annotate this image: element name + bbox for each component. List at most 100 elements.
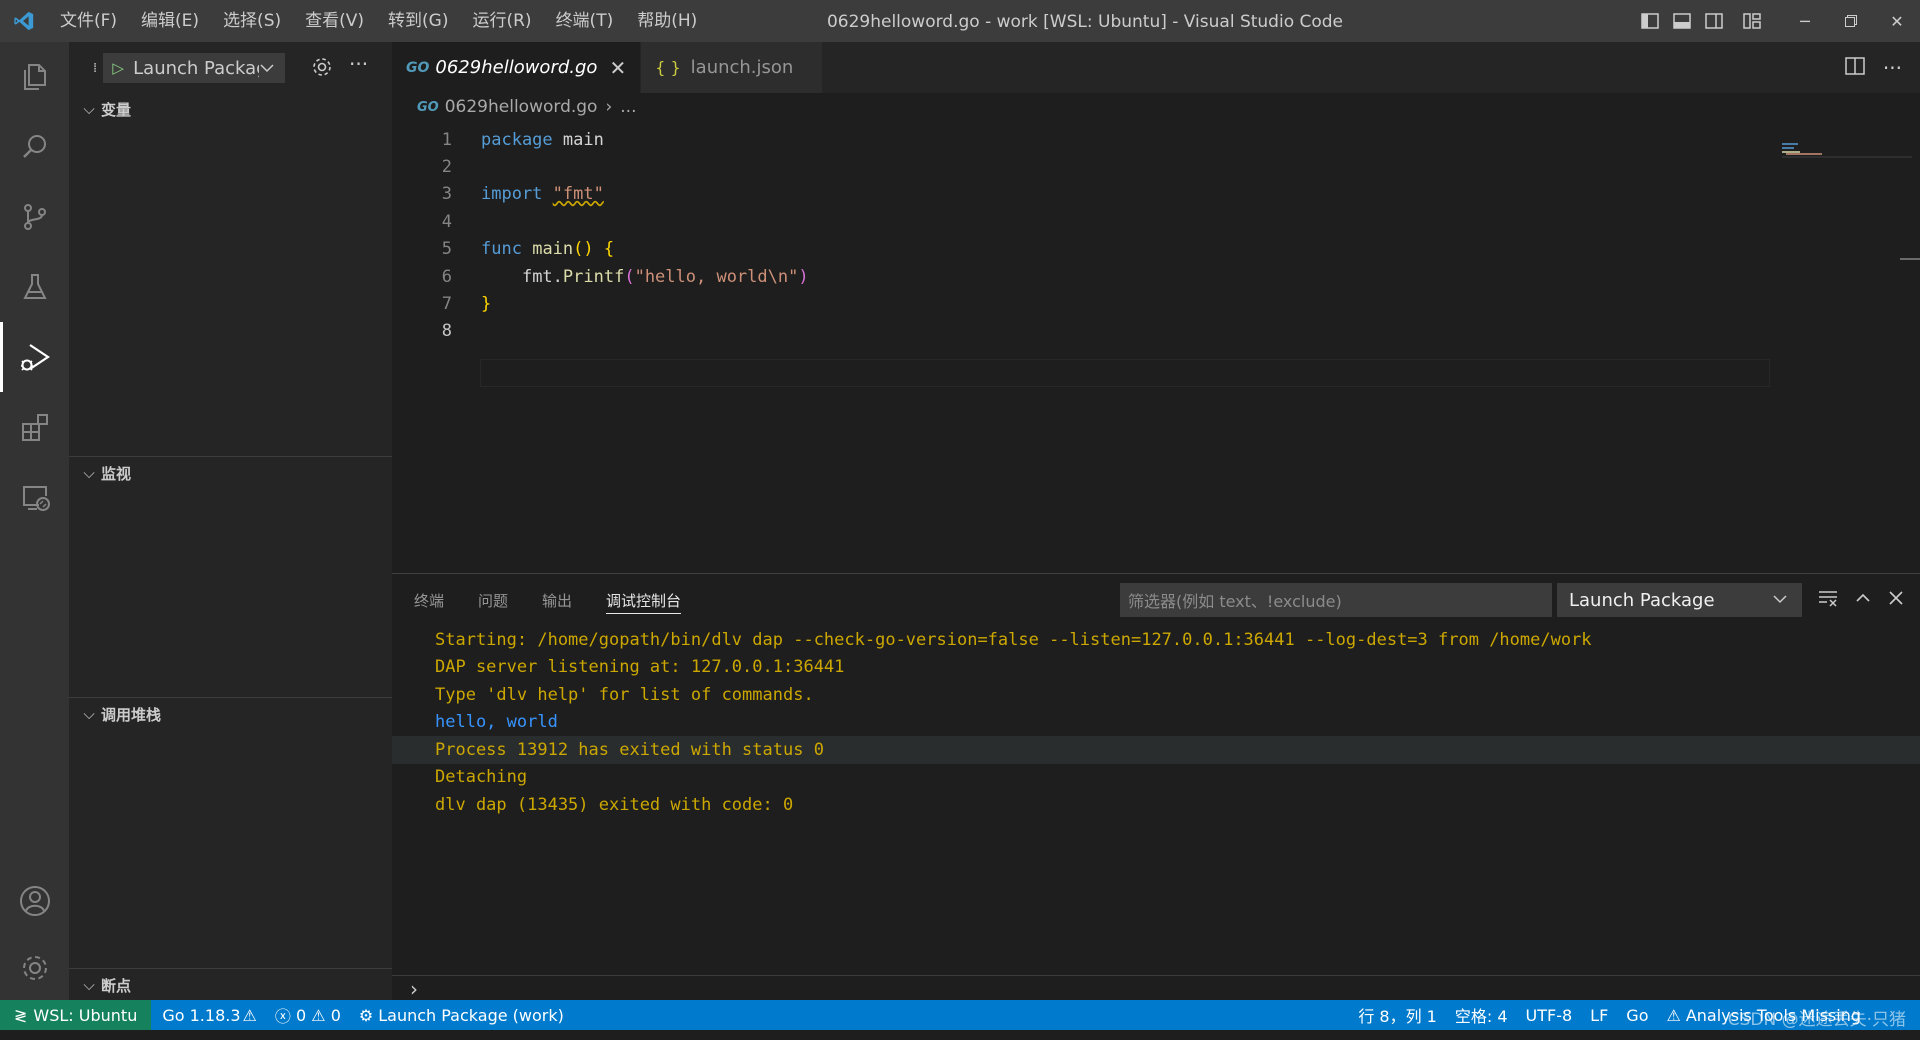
close-window-button[interactable]: ✕ [1874,0,1920,42]
menu-edit[interactable]: 编辑(E) [129,0,211,42]
callstack-section-title: 调用堆栈 [101,705,162,724]
code-line: 1 package main [392,126,1772,153]
console-line: DAP server listening at: 127.0.0.1:36441 [435,657,845,678]
remote-indicator[interactable]: ≷ WSL: Ubuntu [0,1000,152,1030]
problems-indicator[interactable]: ⓧ 0 ⚠ 0 [266,1000,350,1030]
line-number: 4 [441,211,452,232]
toggle-secondary-sidebar-icon[interactable] [1698,0,1730,42]
variables-section-header[interactable]: ⌵ 变量 [69,94,392,124]
indentation[interactable]: 空格: 4 [1446,1000,1517,1030]
end-of-line[interactable]: LF [1581,1000,1617,1030]
language-mode[interactable]: Go [1617,1000,1657,1030]
go-version[interactable]: Go 1.18.3 ⚠ [153,1000,266,1030]
explorer-icon[interactable] [0,42,69,112]
manage-gear-icon[interactable] [0,936,69,1000]
open-launch-json-gear-icon[interactable] [311,56,333,82]
launch-config-label: Launch Packag [133,57,260,79]
tab-0629helloword-go[interactable]: GO 0629helloword.go ✕ [392,42,642,93]
chevron-down-icon [1772,589,1788,614]
code-text: fmt.Printf("hello, world\n") [521,266,809,287]
watermark-text: CSDN @迷途丢失·只猪 [1727,1010,1906,1030]
error-icon: ⓧ [274,1007,291,1026]
warning-count: 0 [330,1005,341,1025]
breadcrumb-file[interactable]: 0629helloword.go [445,97,598,117]
menu-terminal[interactable]: 终端(T) [544,0,626,42]
menu-selection[interactable]: 选择(S) [211,0,293,42]
code-line: 3 import "fmt" [392,181,1772,208]
restore-button[interactable] [1828,0,1874,42]
debug-label: Launch Package (work) [378,1005,564,1025]
close-tab-icon[interactable]: ✕ [609,56,626,80]
more-actions-icon[interactable]: ··· [1883,56,1902,80]
search-icon[interactable] [0,112,69,182]
menu-view[interactable]: 查看(V) [293,0,376,42]
minimize-button[interactable]: ─ [1782,0,1828,42]
go-version-label: Go 1.18.3 [162,1005,241,1025]
launch-config-select[interactable]: ▷ Launch Packag [103,53,286,83]
minimap[interactable] [1782,142,1912,162]
menu-help[interactable]: 帮助(H) [625,0,709,42]
line-number: 1 [441,129,452,150]
toggle-primary-sidebar-icon[interactable] [1634,0,1666,42]
watch-section-header[interactable]: ⌵ 监视 [69,458,392,488]
maximize-panel-icon[interactable] [1854,589,1872,611]
editor-area: GO 0629helloword.go ✕ { } launch.json ··… [392,42,1920,573]
close-panel-icon[interactable] [1888,590,1904,610]
menu-run[interactable]: 运行(R) [460,0,543,42]
more-actions-icon[interactable]: ··· [349,52,368,76]
breakpoints-section-header[interactable]: ⌵ 断点 [69,970,392,1000]
extensions-icon[interactable] [0,392,69,462]
debug-console-input[interactable]: › [392,975,1920,1001]
tab-output[interactable]: 输出 [542,574,572,626]
title-bar: 文件(F) 编辑(E) 选择(S) 查看(V) 转到(G) 运行(R) 终端(T… [0,0,1920,42]
prompt-chevron-icon: › [410,976,418,1001]
split-editor-icon[interactable] [1845,56,1865,79]
line-number: 2 [441,157,452,178]
current-line-highlight [480,359,1770,387]
tab-problems[interactable]: 问题 [478,574,508,626]
code-editor[interactable]: 1 package main 2 3 import "fmt" 4 5 func ma… [392,126,1772,345]
callstack-section-header[interactable]: ⌵ 调用堆栈 [69,699,392,729]
breadcrumb-rest[interactable]: ... [620,97,636,117]
variables-section-title: 变量 [101,100,132,119]
testing-icon[interactable] [0,252,69,322]
console-filter-input[interactable]: 筛选器(例如 text、!exclude) [1120,583,1552,617]
console-line: hello, world [435,712,558,733]
menu-go[interactable]: 转到(G) [376,0,460,42]
customize-layout-icon[interactable] [1736,0,1768,42]
line-number: 8 [441,321,452,342]
run-debug-sidebar: ⁞ ▷ Launch Packag ··· ⌵ 变量 ⌵ 监视 ⌵ 调用堆栈 ⌵ 断点 [69,42,392,1000]
clear-console-icon[interactable] [1818,589,1838,611]
watch-section-title: 监视 [101,464,132,483]
code-line: 6 fmt.Printf("hello, world\n") [392,263,1772,290]
source-control-icon[interactable] [0,182,69,252]
remote-explorer-icon[interactable] [0,462,69,532]
toggle-panel-icon[interactable] [1666,0,1698,42]
bottom-panel: 终端 问题 输出 调试控制台 筛选器(例如 text、!exclude) Lau… [392,573,1920,1001]
tab-label: launch.json [690,57,794,78]
run-debug-icon[interactable] [0,322,69,392]
code-line: 8 [392,318,1772,345]
code-text: import "fmt" [481,184,604,205]
tab-terminal[interactable]: 终端 [414,574,444,626]
menu-bar: 文件(F) 编辑(E) 选择(S) 查看(V) 转到(G) 运行(R) 终端(T… [48,0,709,42]
panel-actions [1818,574,1904,626]
encoding[interactable]: UTF-8 [1517,1000,1582,1030]
debug-session-select[interactable]: Launch Package [1557,583,1802,617]
start-debugging-icon[interactable]: ▷ [103,59,133,77]
debug-console-output[interactable]: Starting: /home/gopath/bin/dlv dap --che… [392,626,1920,819]
section-divider [69,456,392,457]
cursor-position[interactable]: 行 8，列 1 [1349,1000,1446,1030]
go-file-icon: GO [406,59,430,76]
view-title-marker-icon: ⁞ [93,60,98,76]
account-icon[interactable] [0,866,69,936]
debug-launch-indicator[interactable]: ⚙ Launch Package (work) [350,1000,573,1030]
tab-launch-json[interactable]: { } launch.json [641,42,824,93]
tab-debug-console[interactable]: 调试控制台 [606,574,682,626]
remote-icon: ≷ [14,1005,28,1025]
console-line: Type 'dlv help' for list of commands. [435,684,814,705]
bottom-strip [0,1030,1920,1040]
code-text: } [481,294,492,315]
error-count: 0 [295,1005,307,1025]
menu-file[interactable]: 文件(F) [48,0,129,42]
